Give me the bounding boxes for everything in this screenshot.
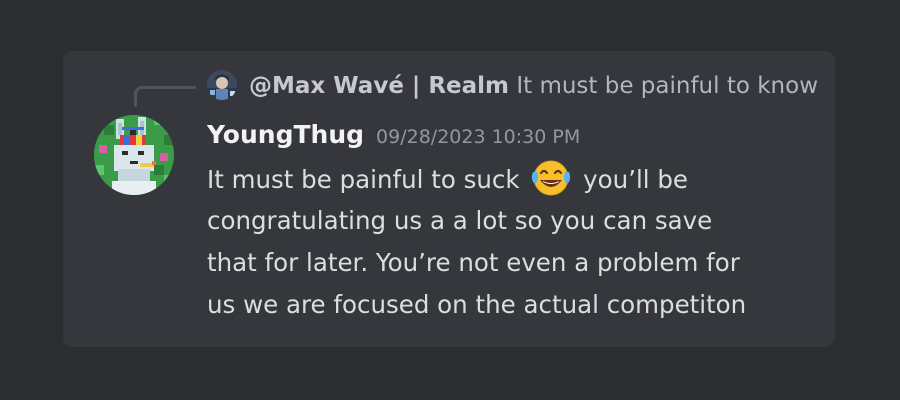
reply-preview[interactable]: @Max Wavé | Realm It must be painful to … [249, 68, 818, 104]
reply-connector [134, 86, 196, 107]
pixel-bunny-avatar-icon [94, 115, 174, 195]
reply-text[interactable]: It must be painful to know [516, 73, 818, 99]
timestamp[interactable]: 09/28/2023 10:30 PM [376, 126, 580, 148]
reply-author[interactable]: @Max Wavé | Realm [249, 73, 509, 99]
message-line-4: us we are focused on the actual competit… [207, 290, 747, 319]
message-content: It must be painful to suck you’ll be con… [207, 158, 807, 326]
reply-user-avatar-icon [207, 70, 237, 100]
message-text-segment: It must be painful to suck [207, 165, 520, 194]
message-header: YoungThug 09/28/2023 10:30 PM [207, 116, 580, 154]
reply-avatar[interactable] [207, 70, 237, 100]
message-line-2: congratulating us a a lot so you can sav… [207, 206, 713, 235]
message-text-segment: you’ll be [583, 165, 689, 194]
avatar[interactable] [94, 115, 174, 195]
face-with-tears-of-joy-icon[interactable] [529, 158, 573, 198]
message-line-3: that for later. You’re not even a proble… [207, 248, 740, 277]
username[interactable]: YoungThug [207, 120, 364, 149]
message-line-1: It must be painful to suck you’ll be [207, 158, 807, 200]
